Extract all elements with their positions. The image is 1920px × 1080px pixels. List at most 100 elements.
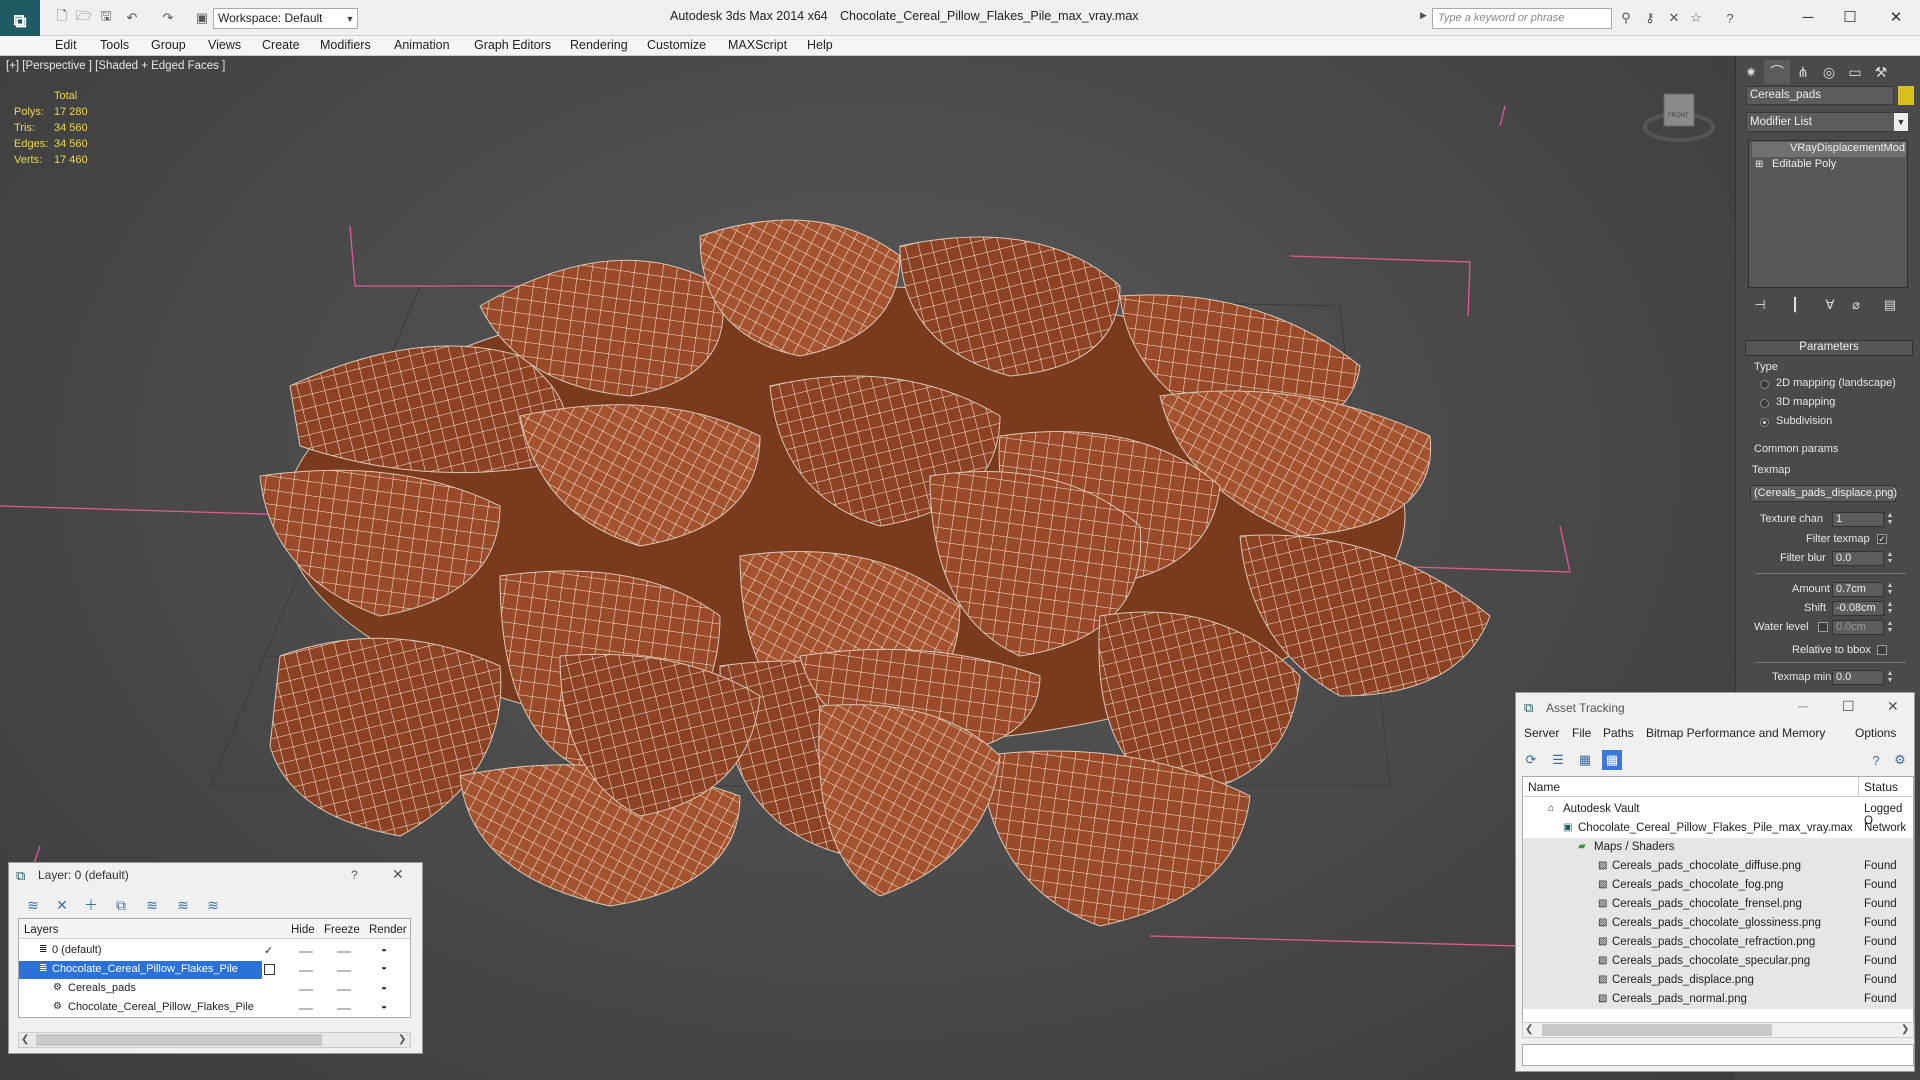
menu-graph-editors[interactable]: Graph Editors [474,38,551,52]
highlight-layer-icon[interactable]: ≋ [143,896,161,914]
menu-animation[interactable]: Animation [394,38,450,52]
menu-help[interactable]: Help [807,38,833,52]
spinner-arrows-icon[interactable]: ▲ ▼ [1886,601,1894,616]
asset-path-field[interactable] [1522,1044,1914,1066]
menu-rendering[interactable]: Rendering [570,38,628,52]
asset-row[interactable]: ▰ Maps / Shaders [1523,838,1913,857]
asset-row[interactable]: ▧ Cereals_pads_chocolate_refraction.png … [1523,933,1913,952]
key-icon[interactable]: ⚷ [1640,9,1660,27]
asset-row[interactable]: ▣ Chocolate_Cereal_Pillow_Flakes_Pile_ma… [1523,819,1913,838]
project-folder-icon[interactable]: ▣ [192,9,212,27]
spinner-arrows-icon[interactable]: ▲ ▼ [1886,670,1894,685]
render-teapot-icon[interactable]: ◒ [381,944,387,955]
delete-layer-icon[interactable]: ✕ [53,896,71,914]
current-layer-check-icon[interactable]: ✓ [264,944,273,957]
asset-row[interactable]: ▧ Cereals_pads_chocolate_fog.png Found [1523,876,1913,895]
save-file-icon[interactable]: 🖫 [96,8,116,27]
scroll-left-icon[interactable]: ❮ [21,1034,29,1045]
column-hide[interactable]: Hide [291,924,315,936]
asset-row[interactable]: ▧ Cereals_pads_chocolate_glossiness.png … [1523,914,1913,933]
menu-edit[interactable]: Edit [55,38,77,52]
stack-item-vraydisplacement[interactable]: VRayDisplacementMod [1752,142,1906,157]
menu-create[interactable]: Create [262,38,300,52]
layer-row[interactable]: ⚙ Chocolate_Cereal_Pillow_Flakes_Pile ◒ [19,999,410,1017]
object-name-field[interactable]: Cereals_pads [1746,86,1894,105]
column-layers[interactable]: Layers [24,924,59,936]
column-status[interactable]: Status [1864,780,1898,794]
utilities-tab-icon[interactable]: ⚒ [1868,60,1894,84]
close-icon[interactable]: ✕ [1887,698,1899,715]
object-color-swatch[interactable] [1898,86,1914,105]
asset-menu-paths[interactable]: Paths [1603,726,1634,740]
spinner-arrows-icon[interactable]: ▲ ▼ [1886,620,1894,635]
make-unique-icon[interactable]: ∀ [1820,296,1840,314]
menu-group[interactable]: Group [151,38,186,52]
maximize-button[interactable]: ☐ [1842,698,1855,715]
menu-customize[interactable]: Customize [647,38,706,52]
hide-toggle[interactable] [299,970,313,972]
layer-row[interactable]: ≣ Chocolate_Cereal_Pillow_Flakes_Pile [19,961,262,979]
workspace-dropdown[interactable]: Workspace: Default [213,8,358,29]
hide-toggle[interactable] [299,951,313,953]
modifier-list-dropdown[interactable]: Modifier List [1746,112,1908,132]
favorites-star-icon[interactable]: ☆ [1686,9,1706,27]
spinner-arrows-icon[interactable]: ▲ ▼ [1886,582,1894,597]
asset-menu-options[interactable]: Options [1855,726,1896,740]
chevron-down-icon[interactable]: ▼ [343,8,357,29]
binoculars-icon[interactable]: ⚲ [1616,9,1636,27]
radio-3d-mapping[interactable] [1760,399,1769,408]
search-input[interactable]: Type a keyword or phrase [1432,8,1612,29]
column-name[interactable]: Name [1528,780,1560,794]
search-expand-icon[interactable]: ▶ [1420,10,1427,21]
scroll-left-icon[interactable]: ❮ [1525,1024,1533,1035]
spinner-arrows-icon[interactable]: ▲ ▼ [1886,512,1894,527]
minimize-button[interactable]: ─ [1798,698,1808,714]
asset-menu-file[interactable]: File [1572,726,1591,740]
display-tab-icon[interactable]: ▭ [1842,60,1868,84]
undo-icon[interactable]: ↶ [122,9,142,27]
filter-texmap-checkbox[interactable]: ✓ [1877,534,1887,544]
radio-subdivision[interactable] [1760,418,1769,427]
scrollbar-thumb[interactable] [1542,1024,1772,1036]
asset-row[interactable]: ▧ Cereals_pads_chocolate_frensel.png Fou… [1523,895,1913,914]
maximize-button[interactable]: ☐ [1830,4,1870,30]
table-view-icon[interactable]: ▦ [1575,750,1595,770]
minimize-button[interactable]: ─ [1788,4,1828,30]
water-level-checkbox[interactable] [1818,622,1828,632]
redo-icon[interactable]: ↷ [158,9,178,27]
asset-menu-server[interactable]: Server [1524,726,1559,740]
hide-toggle[interactable] [299,1008,313,1010]
asset-row[interactable]: ▧ Cereals_pads_normal.png Found [1523,990,1913,1009]
viewport-label[interactable]: [+] [Perspective ] [Shaded + Edged Faces… [6,60,225,72]
shift-spinner[interactable]: -0.08cm [1832,601,1884,616]
refresh-icon[interactable]: ⟳ [1521,750,1541,770]
list-view-icon[interactable]: ☰ [1548,750,1568,770]
scroll-right-icon[interactable]: ❯ [398,1034,406,1045]
menu-modifiers[interactable]: Modifiers [320,38,371,52]
add-layer-icon[interactable]: ＋ [82,896,100,914]
menu-maxscript[interactable]: MAXScript [728,38,787,52]
exchange-icon[interactable]: ✕ [1664,9,1684,27]
column-freeze[interactable]: Freeze [324,924,360,936]
asset-menu-bitmap[interactable]: Bitmap Performance and Memory [1646,726,1825,740]
hide-toggle[interactable] [299,989,313,991]
render-teapot-icon[interactable]: ◒ [381,982,387,993]
water-level-spinner[interactable]: 0.0cm [1832,620,1884,635]
select-objects-icon[interactable]: ⧉ [112,896,130,914]
open-file-icon[interactable]: 🗁 [74,8,94,27]
amount-spinner[interactable]: 0.7cm [1832,582,1884,597]
scrollbar-thumb[interactable] [36,1034,322,1046]
pin-stack-icon[interactable]: ⊣ [1750,296,1770,314]
relative-bbox-checkbox[interactable] [1877,645,1887,655]
chevron-down-icon[interactable]: ▼ [1894,113,1908,131]
close-icon[interactable]: ✕ [392,866,404,883]
help-icon[interactable]: ? [1866,750,1886,770]
asset-row[interactable]: ▧ Cereals_pads_chocolate_specular.png Fo… [1523,952,1913,971]
remove-modifier-icon[interactable]: ⌀ [1846,296,1866,314]
asset-row[interactable]: ⌂ Autodesk Vault Logged O [1523,800,1913,827]
render-teapot-icon[interactable]: ◒ [381,1001,387,1012]
filter-blur-spinner[interactable]: 0.0 [1832,551,1884,566]
create-tab-icon[interactable]: ✷ [1738,60,1764,84]
menu-views[interactable]: Views [208,38,241,52]
help-icon[interactable]: ? [1720,9,1740,27]
